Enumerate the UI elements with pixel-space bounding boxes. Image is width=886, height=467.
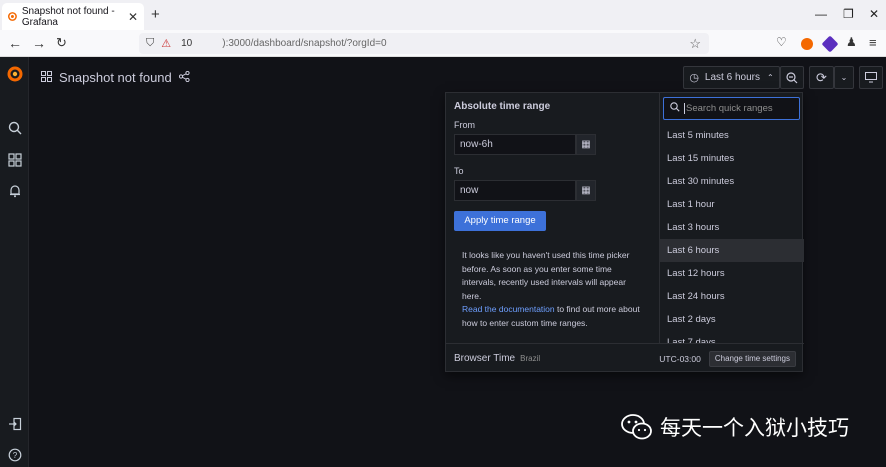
documentation-link[interactable]: Read the documentation bbox=[462, 304, 555, 314]
back-arrow-icon[interactable]: ← bbox=[8, 35, 22, 51]
absolute-range-pane: Absolute time range From now-6h ▦ To now… bbox=[446, 93, 659, 343]
chevron-up-icon: ⌃ bbox=[766, 73, 774, 82]
url-host: 10 bbox=[181, 38, 193, 49]
zoom-out-button[interactable] bbox=[780, 66, 804, 89]
browser-time-label: Browser Time bbox=[454, 353, 516, 364]
incognito-icon[interactable]: ♟ bbox=[846, 35, 857, 49]
wechat-logo-icon bbox=[621, 414, 652, 440]
quick-range-item[interactable]: Last 15 minutes bbox=[660, 147, 804, 170]
quick-range-item[interactable]: Last 7 days bbox=[660, 331, 804, 343]
browser-nav-bar: ← → ↻ ⛉ ⚠ 10 ):3000/dashboard/snapshot/?… bbox=[0, 30, 886, 57]
time-range-picker-button[interactable]: ◷ Last 6 hours ⌃ bbox=[683, 66, 780, 89]
wechat-watermark: 每天一个入狱小技巧 bbox=[620, 412, 849, 442]
tv-mode-button[interactable] bbox=[859, 66, 883, 89]
dashboard-title: Snapshot not found bbox=[59, 70, 172, 85]
quick-range-item[interactable]: Last 1 hour bbox=[660, 193, 804, 216]
absolute-range-heading: Absolute time range bbox=[454, 101, 551, 112]
quick-range-item[interactable]: Last 3 hours bbox=[660, 216, 804, 239]
to-input[interactable]: now bbox=[454, 180, 576, 201]
quick-range-item[interactable]: Last 6 hours bbox=[660, 239, 804, 262]
quick-range-item[interactable]: Last 2 days bbox=[660, 308, 804, 331]
svg-text:?: ? bbox=[13, 451, 18, 460]
new-tab-button[interactable]: + bbox=[151, 6, 160, 23]
help-icon[interactable]: ? bbox=[7, 448, 23, 465]
shield-icon: ⛉ bbox=[146, 37, 155, 49]
chevron-down-icon: ⌄ bbox=[840, 73, 848, 82]
zoom-out-icon bbox=[786, 71, 798, 83]
from-label: From bbox=[454, 120, 475, 130]
extension-icon[interactable] bbox=[801, 38, 813, 50]
refresh-button[interactable]: ⟳ bbox=[809, 66, 834, 89]
apply-time-range-button[interactable]: Apply time range bbox=[454, 211, 546, 231]
utc-offset: UTC-03:00 bbox=[659, 353, 701, 364]
extension-diamond-icon[interactable] bbox=[821, 35, 839, 53]
refresh-icon: ⟳ bbox=[816, 69, 827, 85]
url-bar[interactable]: ⛉ ⚠ 10 ):3000/dashboard/snapshot/?orgId=… bbox=[139, 33, 709, 54]
quick-ranges-pane: Search quick ranges Last 5 minutes Last 1… bbox=[659, 93, 804, 343]
forward-arrow-icon[interactable]: → bbox=[32, 35, 46, 51]
search-placeholder: Search quick ranges bbox=[684, 103, 773, 114]
quick-range-item[interactable]: Last 30 minutes bbox=[660, 170, 804, 193]
sign-in-icon[interactable] bbox=[7, 417, 23, 434]
close-window-button[interactable]: ✕ bbox=[869, 7, 879, 21]
quick-range-item[interactable]: Last 5 minutes bbox=[660, 124, 804, 147]
time-range-label: Last 6 hours bbox=[704, 72, 760, 83]
time-picker-footer: Browser Time Brazil UTC-03:00 Change tim… bbox=[446, 343, 804, 373]
alerting-bell-icon[interactable] bbox=[7, 184, 23, 201]
to-calendar-icon[interactable]: ▦ bbox=[576, 180, 596, 201]
grafana-sidebar: ? bbox=[0, 57, 29, 467]
timezone-name: Brazil bbox=[520, 354, 541, 363]
from-calendar-icon[interactable]: ▦ bbox=[576, 134, 596, 155]
grafana-favicon-icon bbox=[8, 12, 17, 21]
monitor-icon bbox=[865, 72, 877, 83]
dashboard-grid-icon bbox=[41, 70, 52, 85]
bookmark-star-icon[interactable]: ☆ bbox=[689, 36, 701, 52]
tab-title: Snapshot not found - Grafana bbox=[21, 5, 115, 28]
url-path: ):3000/dashboard/snapshot/?orgId=0 bbox=[222, 38, 387, 49]
to-label: To bbox=[454, 166, 464, 176]
from-input[interactable]: now-6h bbox=[454, 134, 576, 155]
tab-close-icon[interactable]: ✕ bbox=[128, 10, 138, 24]
pocket-icon[interactable]: ♡ bbox=[776, 35, 787, 49]
page-title: Snapshot not found bbox=[41, 70, 190, 85]
menu-icon[interactable]: ≡ bbox=[869, 35, 877, 50]
browser-tab[interactable]: Snapshot not found - Grafana ✕ bbox=[2, 3, 144, 30]
share-icon[interactable] bbox=[178, 70, 190, 85]
search-icon[interactable] bbox=[7, 121, 23, 138]
insecure-lock-icon: ⚠ bbox=[161, 38, 172, 50]
quick-range-item[interactable]: Last 24 hours bbox=[660, 285, 804, 308]
maximize-button[interactable]: ❐ bbox=[843, 7, 854, 21]
dashboards-icon[interactable] bbox=[7, 153, 23, 170]
grafana-logo-icon[interactable] bbox=[6, 65, 24, 83]
info-text: It looks like you haven't used this time… bbox=[462, 250, 630, 301]
quick-range-item[interactable]: Last 12 hours bbox=[660, 262, 804, 285]
time-picker-panel: Absolute time range From now-6h ▦ To now… bbox=[445, 92, 804, 373]
quick-ranges-search[interactable]: Search quick ranges bbox=[663, 97, 800, 120]
minimize-button[interactable]: — bbox=[815, 7, 827, 21]
recent-ranges-info: It looks like you haven't used this time… bbox=[454, 249, 651, 330]
reload-icon[interactable]: ↻ bbox=[56, 35, 67, 51]
refresh-interval-dropdown[interactable]: ⌄ bbox=[834, 66, 854, 89]
quick-ranges-list: Last 5 minutes Last 15 minutes Last 30 min… bbox=[660, 124, 804, 343]
clock-icon: ◷ bbox=[689, 72, 699, 84]
browser-tab-bar: Snapshot not found - Grafana ✕ + — ❐ ✕ bbox=[0, 0, 886, 30]
dashboard-top-bar: Snapshot not found ◷ Last 6 hours ⌃ ⟳ ⌄ bbox=[29, 57, 886, 97]
search-icon bbox=[670, 102, 680, 115]
change-time-settings-button[interactable]: Change time settings bbox=[708, 350, 796, 367]
watermark-text: 每天一个入狱小技巧 bbox=[660, 417, 849, 440]
